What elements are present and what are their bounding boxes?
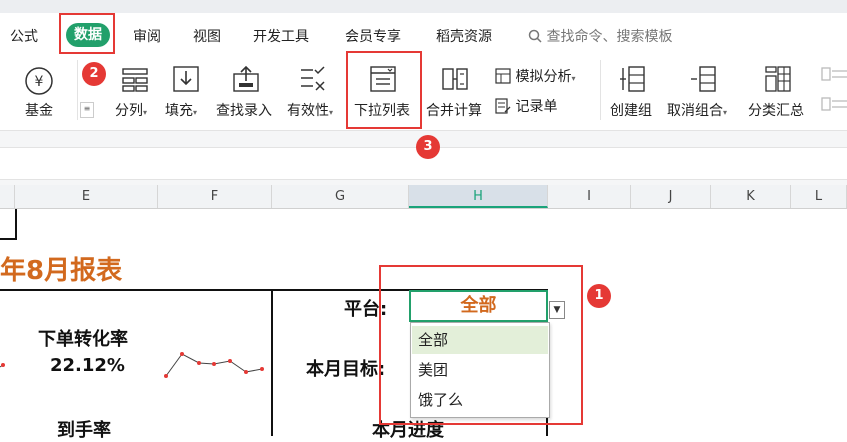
record-label: 记录单 <box>515 99 558 115</box>
subtotal-button[interactable]: 分类汇总 <box>748 100 804 120</box>
validity-label: 有效性 <box>287 103 329 119</box>
show-detail-icon[interactable] <box>820 66 847 82</box>
title-strip <box>0 0 847 13</box>
record-button[interactable]: 记录单 <box>495 96 557 116</box>
validity-button[interactable]: 有效性▾ <box>287 100 333 120</box>
sparkline-chart <box>0 352 264 378</box>
simulate-label: 模拟分析 <box>515 69 572 85</box>
record-icon <box>495 98 511 114</box>
fund-button[interactable]: 基金 <box>25 100 53 120</box>
subtotal-icon <box>765 66 791 92</box>
fill-button[interactable]: 填充▾ <box>165 100 197 120</box>
create-group-button[interactable]: 创建组 <box>610 100 652 120</box>
ungroup-button[interactable]: 取消组合▾ <box>667 100 727 120</box>
split-column-icon <box>122 68 148 92</box>
menu-review[interactable]: 审阅 <box>133 26 161 46</box>
arrival-rate-label: 到手率 <box>57 420 111 441</box>
split-column-button[interactable]: 分列▾ <box>115 100 147 120</box>
column-header-f[interactable]: F <box>158 185 272 208</box>
cell-border <box>15 209 17 239</box>
ungroup-icon <box>691 66 716 92</box>
hide-detail-icon[interactable] <box>820 96 847 112</box>
expand-icon[interactable]: ≡ <box>80 102 94 118</box>
step-badge-1: 1 <box>587 284 611 308</box>
validity-icon <box>301 66 325 91</box>
highlight-box-dropdown <box>379 265 583 425</box>
column-header-partial[interactable] <box>0 185 15 208</box>
chevron-down-icon: ▾ <box>571 74 576 83</box>
column-header-j[interactable]: J <box>631 185 711 208</box>
divider <box>600 60 601 120</box>
column-header-g[interactable]: G <box>272 185 409 208</box>
lookup-entry-icon <box>233 65 259 92</box>
ungroup-label: 取消组合 <box>667 103 723 119</box>
merge-calc-button[interactable]: 合并计算 <box>426 100 482 120</box>
simulate-button[interactable]: 模拟分析▾ <box>495 66 575 86</box>
sparkline-point <box>212 362 216 366</box>
sparkline-point <box>197 361 201 365</box>
sparkline-point <box>164 374 168 378</box>
divider <box>77 60 78 120</box>
fill-label: 填充 <box>165 103 193 119</box>
sparkline-point <box>180 352 184 356</box>
column-header-l[interactable]: L <box>791 185 847 208</box>
step-badge-3: 3 <box>416 135 440 159</box>
menu-resources[interactable]: 稻壳资源 <box>436 26 492 46</box>
column-header-e[interactable]: E <box>15 185 158 208</box>
column-header-k[interactable]: K <box>711 185 791 208</box>
chevron-down-icon: ▾ <box>193 108 198 117</box>
search-icon <box>528 29 542 43</box>
sparkline-point <box>244 370 248 374</box>
chevron-down-icon: ▾ <box>329 108 334 117</box>
monthly-target-label: 本月目标: <box>306 359 386 380</box>
svg-text:¥: ¥ <box>35 74 44 90</box>
report-title: 年8月报表 <box>0 256 123 286</box>
column-header-i[interactable]: I <box>548 185 631 208</box>
lookup-entry-button[interactable]: 查找录入 <box>216 100 272 120</box>
ribbon: ¥ 基金 ≡ 分列▾ 填充▾ 查找录入 有效性▾ 下拉列表 合并计算 模拟分析▾… <box>0 56 847 131</box>
command-search[interactable]: 查找命令、搜索模板 <box>528 26 672 46</box>
chevron-down-icon: ▾ <box>723 108 728 117</box>
step-badge-2: 2 <box>82 62 106 86</box>
menu-formula[interactable]: 公式 <box>10 26 38 46</box>
cell-border <box>0 238 17 240</box>
menu-view[interactable]: 视图 <box>193 26 221 46</box>
menu-member[interactable]: 会员专享 <box>345 26 401 46</box>
column-header-h[interactable]: H <box>409 185 548 208</box>
search-placeholder: 查找命令、搜索模板 <box>546 29 673 45</box>
menu-bar: 公式 数据 审阅 视图 开发工具 会员专享 稻壳资源 查找命令、搜索模板 <box>0 13 847 56</box>
highlight-box-data-tab <box>59 13 115 54</box>
column-header-row: E F G H I J K L <box>0 185 847 209</box>
fill-icon <box>173 66 199 92</box>
sparkline-point <box>228 359 232 363</box>
yen-icon: ¥ <box>25 67 53 95</box>
merge-calc-icon <box>442 68 468 90</box>
split-column-label: 分列 <box>115 103 143 119</box>
simulate-icon <box>495 68 511 84</box>
chevron-down-icon: ▾ <box>143 108 148 117</box>
menu-dev-tools[interactable]: 开发工具 <box>253 26 309 46</box>
sparkline-point <box>1 363 5 367</box>
highlight-box-dropdown-list <box>346 51 422 129</box>
create-group-icon <box>620 66 645 92</box>
sparkline-point <box>260 367 264 371</box>
